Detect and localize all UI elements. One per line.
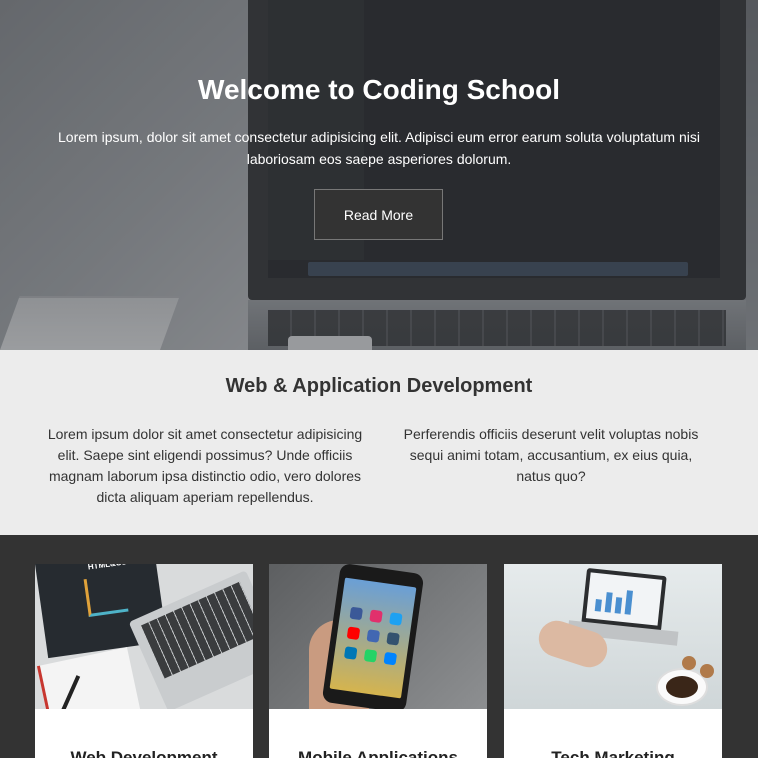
- card-image: HTML&CSS: [35, 564, 253, 709]
- card-mobile-applications[interactable]: Mobile Applications: [269, 564, 487, 758]
- about-text-left: Lorem ipsum dolor sit amet consectetur a…: [47, 426, 363, 505]
- read-more-button[interactable]: Read More: [314, 189, 443, 240]
- card-image: [504, 564, 722, 709]
- about-section: Web & Application Development Lorem ipsu…: [0, 350, 758, 535]
- hero-overlay: [0, 0, 758, 350]
- hero-section: Welcome to Coding School Lorem ipsum, do…: [0, 0, 758, 350]
- card-image: [269, 564, 487, 709]
- section-title: Web & Application Development: [225, 375, 533, 397]
- about-text-right: Perferendis officiis deserunt velit volu…: [403, 426, 699, 484]
- card-tech-marketing[interactable]: Tech Marketing: [504, 564, 722, 758]
- services-section: HTML&CSS Web Development Mobile Applicat…: [0, 535, 758, 758]
- card-web-development[interactable]: HTML&CSS Web Development: [35, 564, 253, 758]
- hero-title: Welcome to Coding School: [198, 74, 560, 105]
- card-title: Mobile Applications: [298, 748, 458, 758]
- card-title: Web Development: [70, 748, 218, 758]
- hero-description: Lorem ipsum, dolor sit amet consectetur …: [58, 129, 700, 167]
- card-title: Tech Marketing: [551, 748, 675, 758]
